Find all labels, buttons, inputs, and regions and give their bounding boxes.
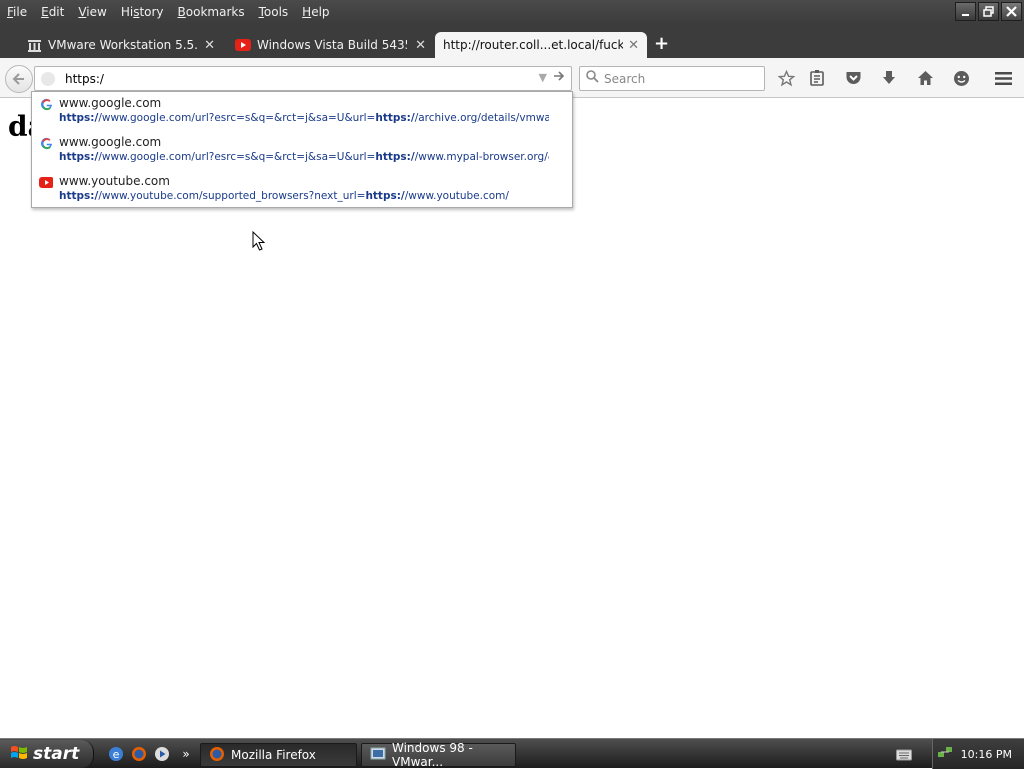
- url-input[interactable]: [65, 71, 525, 86]
- start-button[interactable]: start: [0, 740, 94, 768]
- firefox-quicklaunch-icon[interactable]: [131, 746, 147, 762]
- task-label: Windows 98 - VMwar...: [392, 741, 473, 769]
- close-icon: [1006, 6, 1017, 17]
- archive-icon: [26, 37, 42, 53]
- back-arrow-icon: [12, 73, 24, 85]
- google-icon: [39, 97, 53, 111]
- tab-router-active[interactable]: http://router.coll...et.local/fuck.html …: [435, 32, 647, 58]
- suggestion-url: https://www.google.com/url?esrc=s&q=&rct…: [59, 112, 549, 124]
- menu-tools[interactable]: Tools: [252, 2, 296, 22]
- bookmark-star-icon[interactable]: [776, 68, 796, 88]
- pocket-icon[interactable]: [843, 68, 863, 88]
- keyboard-icon[interactable]: [896, 747, 912, 763]
- menu-view[interactable]: View: [71, 2, 113, 22]
- reading-list-icon[interactable]: [807, 68, 827, 88]
- quicklaunch-chevron-icon[interactable]: »: [178, 746, 194, 762]
- plus-icon: +: [654, 33, 670, 54]
- search-icon: [586, 70, 599, 87]
- youtube-icon: [235, 37, 251, 53]
- tab-title: Windows Vista Build 5435 De...: [257, 38, 407, 52]
- menu-edit[interactable]: Edit: [34, 2, 71, 22]
- back-button[interactable]: [5, 65, 33, 93]
- minimize-button[interactable]: [955, 2, 976, 21]
- restore-icon: [983, 6, 994, 17]
- taskbar: start e » Mozilla Firefox Windows 98 - V…: [0, 738, 1024, 769]
- suggestion-item[interactable]: www.google.com https://www.google.com/ur…: [32, 92, 572, 131]
- tab-title: VMware Workstation 5.5.9 : ...: [48, 38, 198, 52]
- menu-history[interactable]: History: [114, 2, 171, 22]
- menu-bookmarks[interactable]: Bookmarks: [171, 2, 252, 22]
- tab-vmware[interactable]: VMware Workstation 5.5.9 : ... ✕: [18, 32, 223, 58]
- window-controls: [955, 2, 1022, 21]
- search-box[interactable]: [579, 66, 765, 91]
- task-label: Mozilla Firefox: [231, 748, 316, 762]
- tab-title: http://router.coll...et.local/fuck.html: [443, 38, 623, 52]
- site-identity-icon[interactable]: [41, 71, 55, 86]
- suggestion-title: www.youtube.com: [59, 174, 170, 188]
- search-input[interactable]: [604, 71, 754, 86]
- firefox-icon: [209, 746, 225, 765]
- close-tab-icon[interactable]: ✕: [415, 38, 426, 53]
- tab-strip: VMware Workstation 5.5.9 : ... ✕ Windows…: [0, 24, 1024, 58]
- url-bar[interactable]: ▼: [34, 66, 572, 91]
- minimize-icon: [961, 13, 969, 16]
- restore-button[interactable]: [978, 2, 999, 21]
- new-tab-button[interactable]: +: [654, 33, 669, 54]
- suggestion-title: www.google.com: [59, 135, 162, 149]
- suggestion-url: https://www.google.com/url?esrc=s&q=&rct…: [59, 151, 549, 163]
- task-firefox[interactable]: Mozilla Firefox: [200, 743, 357, 767]
- hamburger-menu-icon[interactable]: [993, 68, 1013, 88]
- go-arrow-icon[interactable]: [553, 70, 565, 86]
- clock[interactable]: 10:16 PM: [961, 748, 1012, 761]
- download-icon[interactable]: [879, 68, 899, 88]
- home-icon[interactable]: [915, 68, 935, 88]
- dropdown-arrow-icon[interactable]: ▼: [539, 71, 547, 84]
- media-player-quicklaunch-icon[interactable]: [154, 746, 170, 762]
- close-window-button[interactable]: [1001, 2, 1022, 21]
- menu-bar: File Edit View History Bookmarks Tools H…: [0, 0, 1024, 24]
- svg-text:e: e: [113, 748, 120, 761]
- suggestion-item[interactable]: www.youtube.com https://www.youtube.com/…: [32, 170, 572, 209]
- url-autocomplete-popup: www.google.com https://www.google.com/ur…: [31, 91, 573, 208]
- google-icon: [39, 136, 53, 150]
- close-tab-icon[interactable]: ✕: [204, 38, 215, 53]
- task-vmware[interactable]: Windows 98 - VMwar...: [361, 741, 516, 769]
- mouse-cursor-icon: [252, 230, 266, 256]
- network-icon[interactable]: [937, 744, 953, 764]
- suggestion-url: https://www.youtube.com/supported_browse…: [59, 190, 509, 202]
- vmware-icon: [370, 746, 386, 765]
- suggestion-item[interactable]: www.google.com https://www.google.com/ur…: [32, 131, 572, 170]
- hello-chat-icon[interactable]: [951, 68, 971, 88]
- youtube-icon: [39, 175, 53, 189]
- ie-quicklaunch-icon[interactable]: e: [108, 746, 124, 762]
- tab-youtube[interactable]: Windows Vista Build 5435 De... ✕: [227, 32, 434, 58]
- windows-logo-icon: [10, 744, 28, 765]
- close-tab-icon[interactable]: ✕: [628, 38, 639, 53]
- suggestion-title: www.google.com: [59, 96, 162, 110]
- start-label: start: [33, 744, 80, 764]
- menu-help[interactable]: Help: [295, 2, 336, 22]
- menu-file[interactable]: File: [0, 2, 34, 22]
- system-tray: 10:16 PM: [932, 739, 1024, 769]
